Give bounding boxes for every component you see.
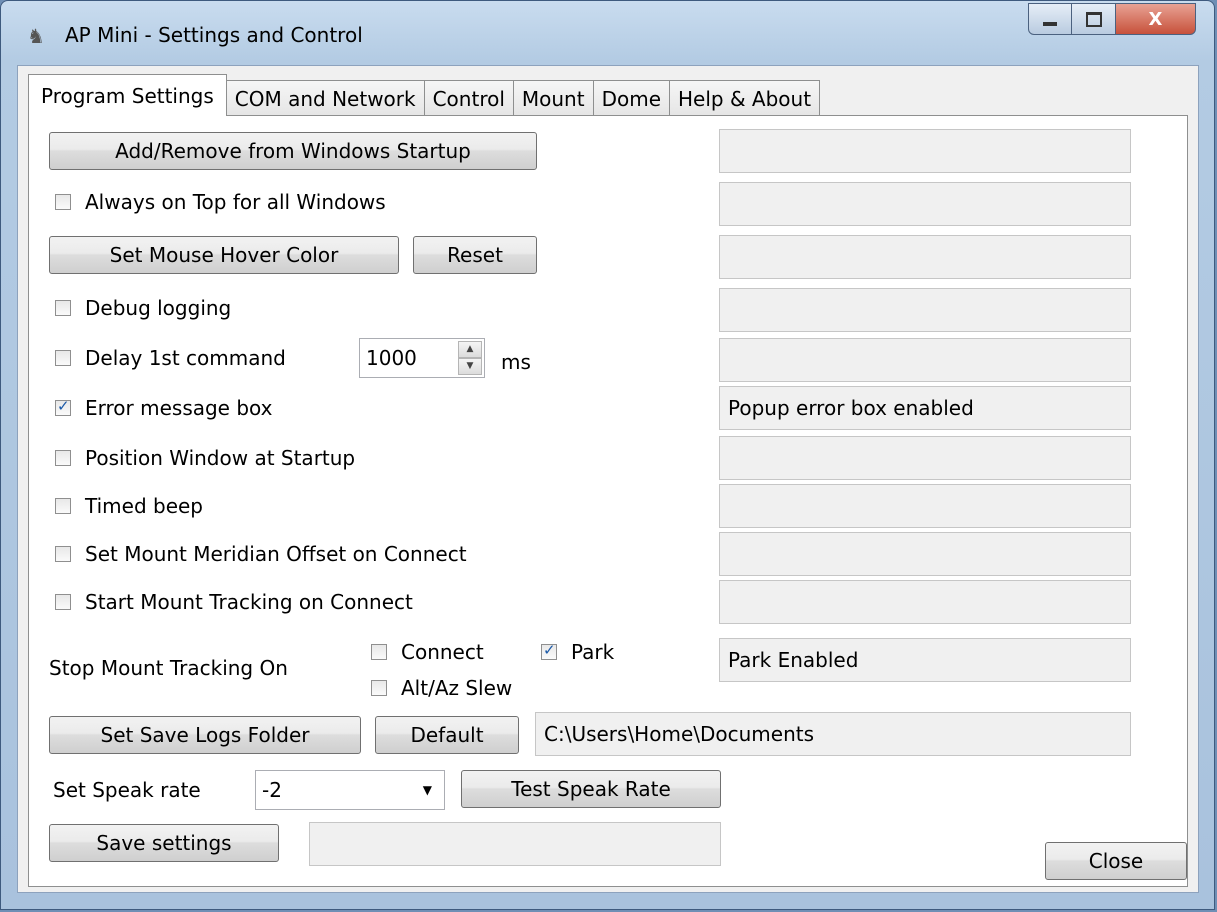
save-status (309, 822, 721, 866)
speak-rate-label: Set Speak rate (53, 778, 201, 802)
stop-on-altaz-label: Alt/Az Slew (401, 676, 513, 700)
stepper-up-icon[interactable]: ▲ (458, 341, 482, 358)
start-tracking-status (719, 580, 1131, 624)
close-window-button[interactable]: X (1116, 3, 1196, 35)
beep-status (719, 484, 1131, 528)
default-folder-button[interactable]: Default (375, 716, 519, 754)
always-on-top-status (719, 182, 1131, 226)
speak-rate-value: -2 (262, 778, 282, 802)
checkbox-box[interactable] (371, 644, 387, 660)
save-settings-button[interactable]: Save settings (49, 824, 279, 862)
logs-folder-path: C:\Users\Home\Documents (535, 712, 1131, 756)
tab-help-about[interactable]: Help & About (669, 80, 821, 116)
windows-startup-button[interactable]: Add/Remove from Windows Startup (49, 132, 537, 170)
always-on-top-label: Always on Top for all Windows (85, 190, 386, 214)
debug-status (719, 288, 1131, 332)
close-button[interactable]: Close (1045, 842, 1187, 880)
program-settings-panel: Add/Remove from Windows Startup Always o… (28, 115, 1188, 887)
test-speak-rate-button[interactable]: Test Speak Rate (461, 770, 721, 808)
checkbox-box[interactable] (55, 546, 71, 562)
error-message-box-label: Error message box (85, 396, 273, 420)
checkbox-box[interactable] (371, 680, 387, 696)
checkbox-box[interactable] (55, 300, 71, 316)
timed-beep-label: Timed beep (85, 494, 203, 518)
stop-on-altaz-checkbox[interactable]: Alt/Az Slew (371, 676, 512, 700)
stop-tracking-status: Park Enabled (719, 638, 1131, 682)
maximize-button[interactable] (1072, 3, 1116, 35)
mouse-hover-color-button[interactable]: Set Mouse Hover Color (49, 236, 399, 274)
delay-status (719, 338, 1131, 382)
tab-dome[interactable]: Dome (592, 80, 671, 116)
stop-on-park-label: Park (571, 640, 615, 664)
checkbox-box[interactable] (541, 641, 557, 660)
position-window-label: Position Window at Startup (85, 446, 356, 470)
app-window: ♞ AP Mini - Settings and Control X Progr… (0, 0, 1215, 910)
tab-strip: Program Settings COM and Network Control… (28, 74, 821, 116)
checkbox-box[interactable] (55, 194, 71, 210)
tab-mount[interactable]: Mount (512, 80, 594, 116)
stop-on-connect-label: Connect (401, 640, 484, 664)
start-tracking-checkbox[interactable]: Start Mount Tracking on Connect (55, 590, 413, 614)
hover-color-status (719, 235, 1131, 279)
debug-logging-label: Debug logging (85, 296, 232, 320)
error-message-box-checkbox[interactable]: Error message box (55, 396, 273, 420)
set-logs-folder-button[interactable]: Set Save Logs Folder (49, 716, 361, 754)
caption-buttons: X (1028, 3, 1196, 37)
window-title: AP Mini - Settings and Control (65, 23, 363, 47)
always-on-top-checkbox[interactable]: Always on Top for all Windows (55, 190, 386, 214)
start-tracking-label: Start Mount Tracking on Connect (85, 590, 413, 614)
checkbox-box[interactable] (55, 498, 71, 514)
client-area: Program Settings COM and Network Control… (17, 65, 1199, 893)
stepper-arrows: ▲ ▼ (458, 341, 482, 375)
delay-first-command-checkbox[interactable]: Delay 1st command (55, 346, 286, 370)
meridian-offset-label: Set Mount Meridian Offset on Connect (85, 542, 467, 566)
delay-ms-value: 1000 (366, 346, 417, 370)
timed-beep-checkbox[interactable]: Timed beep (55, 494, 203, 518)
delay-unit-label: ms (501, 350, 531, 374)
close-icon: X (1148, 8, 1163, 30)
minimize-button[interactable] (1028, 3, 1072, 35)
meridian-offset-checkbox[interactable]: Set Mount Meridian Offset on Connect (55, 542, 467, 566)
stop-tracking-label: Stop Mount Tracking On (49, 656, 288, 680)
startup-status (719, 129, 1131, 173)
stepper-down-icon[interactable]: ▼ (458, 358, 482, 375)
position-window-checkbox[interactable]: Position Window at Startup (55, 446, 355, 470)
delay-ms-stepper[interactable]: 1000 ▲ ▼ (359, 338, 485, 378)
meridian-status (719, 532, 1131, 576)
tab-control[interactable]: Control (423, 80, 514, 116)
checkbox-box[interactable] (55, 594, 71, 610)
error-box-status: Popup error box enabled (719, 386, 1131, 430)
tab-com-and-network[interactable]: COM and Network (225, 80, 425, 116)
chevron-down-icon: ▼ (422, 783, 432, 797)
checkbox-box[interactable] (55, 397, 71, 416)
app-icon: ♞ (27, 24, 45, 48)
debug-logging-checkbox[interactable]: Debug logging (55, 296, 231, 320)
speak-rate-select[interactable]: -2 ▼ (255, 770, 445, 810)
tab-program-settings[interactable]: Program Settings (28, 74, 227, 116)
checkbox-box[interactable] (55, 450, 71, 466)
position-status (719, 436, 1131, 480)
title-bar[interactable]: ♞ AP Mini - Settings and Control X (1, 1, 1214, 65)
reset-button[interactable]: Reset (413, 236, 537, 274)
checkbox-box[interactable] (55, 350, 71, 366)
stop-on-park-checkbox[interactable]: Park (541, 640, 614, 664)
minimize-icon (1043, 22, 1057, 26)
maximize-icon (1085, 11, 1102, 27)
delay-first-command-label: Delay 1st command (85, 346, 286, 370)
stop-on-connect-checkbox[interactable]: Connect (371, 640, 484, 664)
